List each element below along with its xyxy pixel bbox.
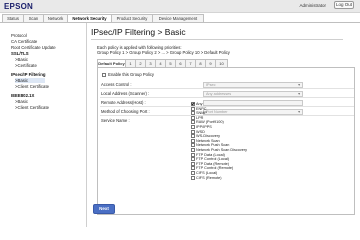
- top-bar: EPSON Administrator Log Out: [0, 0, 360, 13]
- service-checkbox[interactable]: [191, 106, 195, 111]
- service-option-label: SNMP: [196, 111, 207, 116]
- sidebar-item-ieee-client-certificate[interactable]: >Client Certificate: [15, 105, 49, 110]
- sidebar-group-ssl-tls: SSL/TLS: [11, 51, 29, 56]
- service-option-label: LPR: [196, 115, 204, 120]
- service-checkbox[interactable]: [191, 138, 195, 143]
- service-name-label: Service Name :: [101, 118, 130, 123]
- sidebar-group-ipsec: IPsec/IP Filtering: [11, 72, 46, 77]
- local-address-row: Local Address (Scanner) : Any addresses …: [100, 90, 354, 98]
- admin-label: Administrator: [299, 3, 326, 8]
- sidebar-group-ieee8021x: IEEE802.1X: [11, 93, 35, 98]
- sidebar-item-ieee-basic[interactable]: >Basic: [15, 99, 28, 104]
- local-address-value: Any addresses: [206, 92, 232, 96]
- service-checkbox[interactable]: [191, 115, 195, 120]
- sidebar-item-ssl-certificate[interactable]: >Certificate: [15, 63, 37, 68]
- priority-note-line2: Group Policy 1 > Group Policy 2 > ... > …: [97, 50, 230, 55]
- service-option-label: Network Push Scan Discovery: [196, 147, 248, 152]
- service-checkbox[interactable]: [191, 170, 195, 175]
- service-checkbox[interactable]: [191, 102, 195, 106]
- access-control-select[interactable]: IPsec ▾: [203, 82, 303, 88]
- main-content: IPsec/IP Filtering > Basic Each policy i…: [86, 23, 360, 227]
- service-checkbox[interactable]: [191, 143, 195, 148]
- title-divider: [91, 39, 343, 40]
- service-option-label: Network Push Scan: [196, 143, 230, 148]
- service-option-label: Any: [196, 102, 203, 106]
- service-option-label: ENPC: [196, 106, 207, 111]
- service-checkbox[interactable]: [191, 129, 195, 134]
- service-checkbox[interactable]: [191, 166, 195, 171]
- chevron-down-icon: ▾: [298, 83, 300, 87]
- service-list: Any ENPC SNMP LPR RAW (Port9100) IPP/IPPS WSD W…: [191, 102, 271, 180]
- chevron-down-icon: ▾: [298, 110, 300, 114]
- sidebar-item-ipsec-basic[interactable]: >Basic: [15, 78, 45, 83]
- priority-note: Each policy is applied with following pr…: [97, 45, 230, 55]
- service-option[interactable]: CIFS (Remote): [191, 175, 271, 181]
- access-control-value: IPsec: [206, 83, 216, 87]
- local-address-label: Local Address (Scanner) :: [101, 91, 150, 96]
- service-checkbox[interactable]: [191, 157, 195, 162]
- epson-logo: EPSON: [4, 2, 34, 11]
- chevron-down-icon: ▾: [298, 92, 300, 96]
- enable-policy-label: Enable this Group Policy: [108, 72, 155, 77]
- remote-address-label: Remote Address(Host) :: [101, 100, 146, 105]
- service-checkbox[interactable]: [191, 111, 195, 116]
- service-option-label: CIFS (Remote): [196, 175, 222, 180]
- service-checkbox[interactable]: [191, 120, 195, 125]
- choosing-port-label: Method of Choosing Port :: [101, 109, 150, 114]
- service-checkbox[interactable]: [191, 134, 195, 139]
- service-checkbox[interactable]: [191, 161, 195, 166]
- service-checkbox[interactable]: [191, 175, 195, 180]
- enable-policy-row: Enable this Group Policy: [102, 72, 154, 77]
- service-option-label: FTP Control (Local): [196, 157, 230, 162]
- sidebar-item-root-certificate-update[interactable]: Root Certificate Update: [11, 45, 56, 50]
- sidebar-item-ssl-basic[interactable]: >Basic: [15, 57, 28, 62]
- sidebar: Protocol CA Certificate Root Certificate…: [0, 23, 85, 227]
- service-checkbox[interactable]: [191, 147, 195, 152]
- local-address-select[interactable]: Any addresses ▾: [203, 91, 303, 97]
- access-control-label: Access Control :: [101, 82, 132, 87]
- page-title: IPsec/IP Filtering > Basic: [91, 27, 186, 37]
- sidebar-item-protocol[interactable]: Protocol: [11, 33, 27, 38]
- next-button[interactable]: Next: [93, 204, 115, 214]
- logout-button[interactable]: Log Out: [334, 1, 354, 9]
- sidebar-item-ipsec-client-certificate[interactable]: >Client Certificate: [15, 84, 49, 89]
- service-option-label: FTP Control (Remote): [196, 166, 234, 171]
- service-option-label: FTP Data (Local): [196, 152, 225, 157]
- sidebar-item-ca-certificate[interactable]: CA Certificate: [11, 39, 37, 44]
- service-option-label: WS-Discovery: [196, 134, 221, 139]
- enable-policy-checkbox[interactable]: [102, 72, 106, 77]
- service-checkbox[interactable]: [191, 124, 195, 129]
- service-option-label: IPP/IPPS: [196, 124, 212, 129]
- service-checkbox[interactable]: [191, 152, 195, 157]
- access-control-row: Access Control : IPsec ▾: [100, 81, 354, 89]
- service-option-label: WSD: [196, 129, 205, 134]
- service-option-label: FTP Data (Remote): [196, 161, 230, 166]
- service-option-label: RAW (Port9100): [196, 120, 224, 125]
- service-option-label: CIFS (Local): [196, 170, 218, 175]
- service-option-label: Network Scan: [196, 138, 220, 143]
